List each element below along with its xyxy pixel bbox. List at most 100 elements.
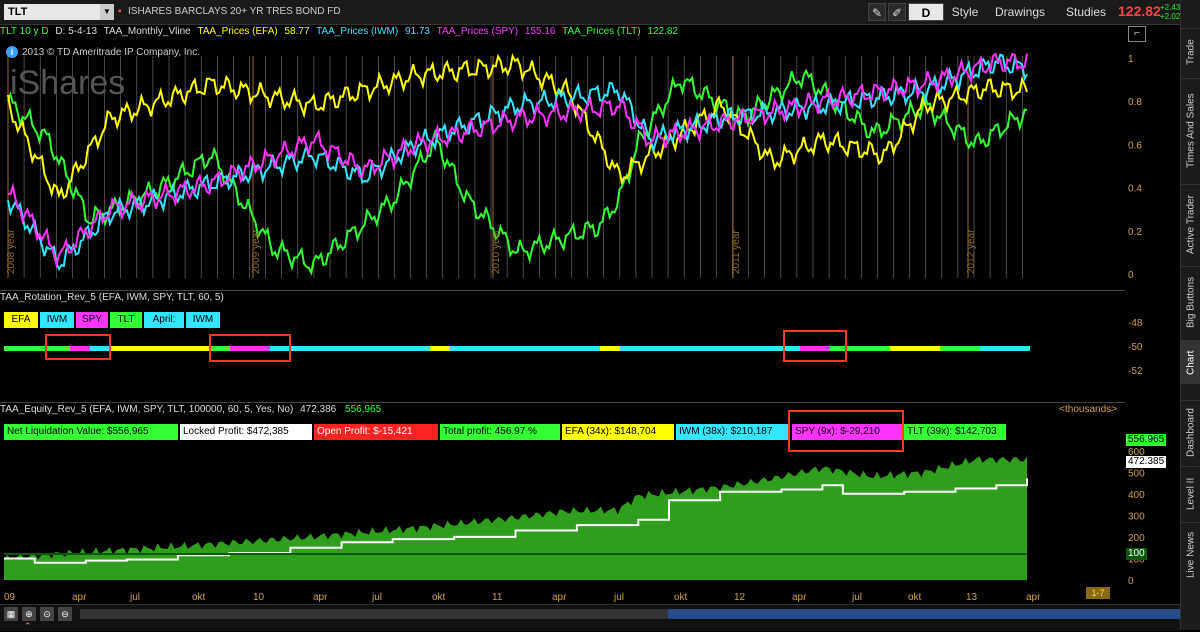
period-label[interactable]: TLT 10 y D bbox=[0, 26, 49, 37]
spy-study-label[interactable]: TAA_Prices (SPY) bbox=[437, 26, 519, 37]
tag-net-liq: 556.965 bbox=[1126, 434, 1167, 446]
zoom-out-icon[interactable]: ⊖ bbox=[58, 607, 72, 621]
chevron-down-icon[interactable]: ▼ bbox=[100, 4, 114, 20]
tab-dashboard[interactable]: Dashboard bbox=[1181, 400, 1200, 464]
alert-icon[interactable]: ▪ bbox=[118, 6, 124, 18]
equity-ytick: 0 bbox=[1128, 576, 1134, 587]
locked-profit: Locked Profit: $472,385 bbox=[180, 424, 312, 440]
style-button[interactable]: Style bbox=[946, 3, 984, 21]
layout-icon[interactable]: ▦ bbox=[4, 607, 18, 621]
aggregation-button[interactable]: D bbox=[908, 3, 944, 21]
total-profit: Total profit: 456.97 % bbox=[440, 424, 560, 440]
rotation-segment bbox=[980, 346, 1030, 351]
equity-area bbox=[4, 456, 1027, 580]
rotation-segment bbox=[4, 346, 45, 351]
price-ytick: 1 bbox=[1128, 54, 1134, 65]
expand-icon[interactable]: ⌃ bbox=[24, 621, 32, 632]
tab-trade[interactable]: Trade bbox=[1181, 28, 1200, 76]
tag-100: 100 bbox=[1126, 548, 1147, 560]
x-tick: apr bbox=[313, 592, 328, 603]
x-tick: apr bbox=[72, 592, 87, 603]
info-icon[interactable]: i bbox=[6, 46, 18, 58]
scroll-thumb[interactable] bbox=[668, 609, 1180, 619]
drawings-button[interactable]: Drawings bbox=[986, 3, 1054, 21]
price-ytick: 0.6 bbox=[1128, 140, 1142, 151]
tab-chart[interactable]: Chart bbox=[1181, 340, 1200, 384]
price-chart: iShares 1 0.8 0.6 0.4 0.2 0 2008 year 2009 yea… bbox=[6, 52, 1142, 281]
x-tick: 09 bbox=[4, 592, 16, 603]
last-price: 122.82 bbox=[1118, 3, 1161, 19]
rotation-segment bbox=[940, 346, 980, 351]
x-tick: apr bbox=[552, 592, 567, 603]
crosshair-icon[interactable]: ⊙ bbox=[40, 607, 54, 621]
price-ytick: 0 bbox=[1128, 270, 1134, 281]
year-labels: 2008 year 2009 year 2010 year 2011 year 2012… bbox=[6, 229, 977, 274]
x-tick: jul bbox=[130, 592, 141, 603]
efa-profit: EFA (34x): $148,704 bbox=[562, 424, 674, 440]
x-tick: okt bbox=[432, 592, 446, 603]
year-label: 2010 year bbox=[491, 229, 502, 274]
rotation-segment bbox=[110, 346, 210, 351]
rot-ytick-3: -52 bbox=[1128, 366, 1143, 377]
equity-ytick: 300 bbox=[1128, 511, 1145, 522]
change-value: +2.43 bbox=[1160, 3, 1181, 12]
open-profit: Open Profit: $-15,421 bbox=[314, 424, 438, 440]
tab-live-news[interactable]: Live News bbox=[1181, 522, 1200, 586]
tab-level-ii[interactable]: Level II bbox=[1181, 466, 1200, 520]
equity-stats-row: Net Liquidation Value: $556,965 Locked P… bbox=[4, 424, 1124, 440]
wrench-icon[interactable]: ✎ bbox=[868, 3, 886, 21]
tlt-study-value: 122.82 bbox=[647, 26, 678, 37]
right-sidebar: Trade Times And Sales Active Trader Big … bbox=[1180, 0, 1200, 630]
efa-study-label[interactable]: TAA_Prices (EFA) bbox=[197, 26, 277, 37]
rotation-segment bbox=[430, 346, 450, 351]
net-liquidation: Net Liquidation Value: $556,965 bbox=[4, 424, 178, 440]
spy-study-value: 155.16 bbox=[524, 26, 556, 37]
rotation-segment bbox=[600, 346, 620, 351]
x-tick: 12 bbox=[734, 592, 746, 603]
tab-big-buttons[interactable]: Big Buttons bbox=[1181, 266, 1200, 338]
rotation-strip bbox=[4, 346, 1030, 351]
drawing-tool-icon[interactable]: ⌐ bbox=[1128, 26, 1146, 42]
equity-ytick: 500 bbox=[1128, 468, 1145, 479]
tag-locked: 472.385 bbox=[1126, 456, 1167, 468]
price-ytick: 0.2 bbox=[1128, 227, 1142, 238]
x-tick: jul bbox=[372, 592, 383, 603]
equity-value-2: 556,965 bbox=[345, 404, 382, 415]
rotation-segment bbox=[270, 346, 430, 351]
study-bar: TLT 10 y D D: 5-4-13 TAA_Monthly_Vline T… bbox=[0, 25, 1125, 39]
x-tick: 11 bbox=[492, 592, 503, 603]
rotation-segment bbox=[620, 346, 700, 351]
top-toolbar: TLT ▼ ▪ ISHARES BARCLAYS 20+ YR TRES BON… bbox=[0, 0, 1187, 25]
rotation-segment bbox=[890, 346, 940, 351]
tab-times-and-sales[interactable]: Times And Sales bbox=[1181, 78, 1200, 182]
equity-value-1: 472,386 bbox=[300, 404, 337, 415]
rot-ytick-1: -48 bbox=[1128, 318, 1143, 329]
monthly-vlines bbox=[7, 56, 1023, 278]
equity-chart: 6005004003002001000 bbox=[4, 447, 1145, 587]
price-ytick: 0.8 bbox=[1128, 97, 1142, 108]
studies-button[interactable]: Studies bbox=[1058, 3, 1114, 21]
efa-price-line bbox=[7, 52, 1028, 200]
equity-panel-header: TAA_Equity_Rev_5 (EFA, IWM, SPY, TLT, 10… bbox=[0, 402, 1125, 417]
units-label: <thousands> bbox=[1059, 404, 1117, 415]
equity-ytick: 200 bbox=[1128, 533, 1145, 544]
page-indicator[interactable]: 1-7 bbox=[1086, 587, 1110, 599]
date-label: D: 5-4-13 bbox=[55, 26, 98, 37]
tlt-study-label[interactable]: TAA_Prices (TLT) bbox=[562, 26, 641, 37]
year-label: 2011 year bbox=[731, 230, 742, 274]
iwm-study-label[interactable]: TAA_Prices (IWM) bbox=[316, 26, 398, 37]
pencil-icon[interactable]: ✐ bbox=[888, 3, 906, 21]
x-tick: 10 bbox=[253, 592, 265, 603]
rotation-segment bbox=[700, 346, 780, 351]
iwm-study-value: 91.73 bbox=[404, 26, 430, 37]
tab-active-trader[interactable]: Active Trader bbox=[1181, 184, 1200, 264]
x-tick: jul bbox=[614, 592, 625, 603]
zoom-in-icon[interactable]: ⊕ bbox=[22, 607, 36, 621]
scroll-track[interactable] bbox=[80, 609, 668, 619]
x-tick: okt bbox=[192, 592, 206, 603]
symbol-input[interactable]: TLT ▼ bbox=[4, 4, 114, 20]
efa-study-value: 58.77 bbox=[284, 26, 310, 37]
equity-panel-title[interactable]: TAA_Equity_Rev_5 (EFA, IWM, SPY, TLT, 10… bbox=[0, 404, 293, 415]
vline-label[interactable]: TAA_Monthly_Vline bbox=[104, 26, 191, 37]
rotation-panel-title[interactable]: TAA_Rotation_Rev_5 (EFA, IWM, SPY, TLT, … bbox=[0, 290, 1125, 305]
